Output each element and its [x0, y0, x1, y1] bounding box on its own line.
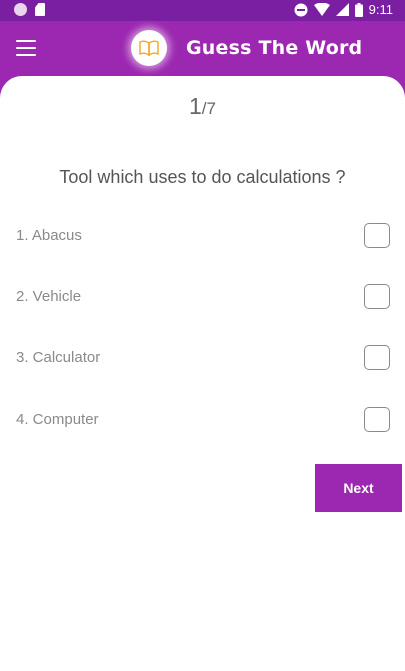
status-time: 9:11 [368, 2, 393, 17]
wifi-icon [313, 3, 330, 16]
circle-notification-icon [14, 3, 27, 16]
option-row: 1. Abacus [0, 218, 405, 254]
app-logo [131, 30, 167, 66]
option-checkbox[interactable] [364, 345, 390, 370]
open-book-icon [139, 40, 159, 56]
do-not-disturb-icon [294, 3, 308, 16]
battery-icon [354, 2, 363, 17]
question-counter: 1/7 [0, 93, 405, 120]
signal-icon [335, 3, 349, 16]
status-bar: 9:11 [0, 0, 405, 21]
sd-card-icon [35, 3, 45, 16]
current-question-number: 1 [189, 93, 202, 119]
option-checkbox[interactable] [364, 223, 390, 248]
app-title: Guess The Word [186, 37, 363, 59]
app-bar: Guess The Word [0, 21, 405, 77]
option-row: 2. Vehicle [0, 279, 405, 315]
option-row: 4. Computer [0, 402, 405, 438]
option-label: 4. Computer [16, 411, 99, 428]
next-button[interactable]: Next [315, 464, 402, 512]
option-checkbox[interactable] [364, 407, 390, 432]
option-label: 2. Vehicle [16, 288, 82, 305]
hamburger-menu-icon[interactable] [16, 40, 36, 56]
question-text: Tool which uses to do calculations ? [59, 167, 346, 187]
option-checkbox[interactable] [364, 284, 390, 309]
option-row: 3. Calculator [0, 340, 405, 376]
option-label: 1. Abacus [16, 227, 82, 244]
option-label: 3. Calculator [16, 349, 101, 366]
total-questions: /7 [201, 99, 216, 118]
